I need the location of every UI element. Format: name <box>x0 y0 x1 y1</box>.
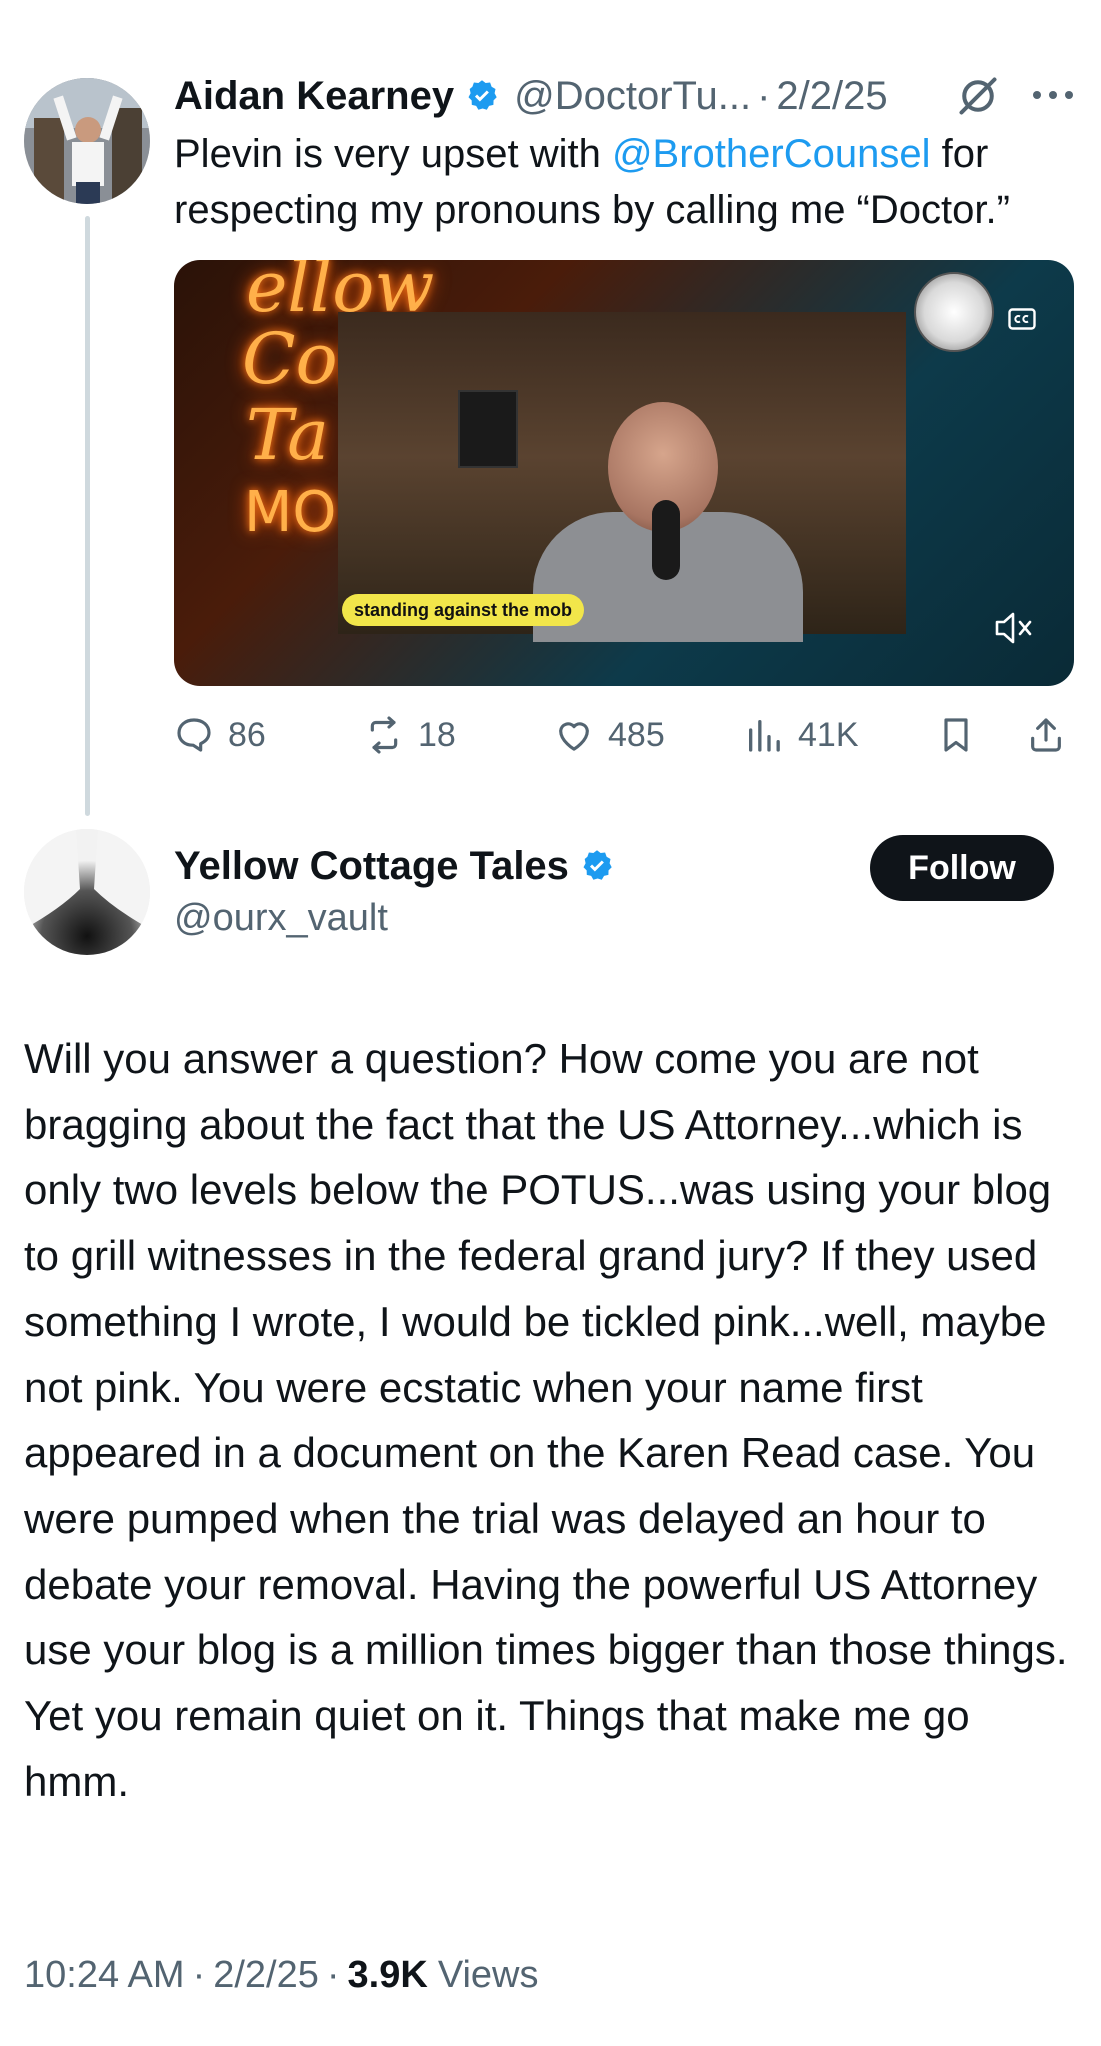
video-player[interactable]: ellow Cot Ta MO standing against the mob <box>174 260 1074 686</box>
more-icon[interactable] <box>1030 88 1076 102</box>
like-icon <box>559 722 589 751</box>
muted-speaker-icon[interactable] <box>994 610 1034 646</box>
separator-dot: · <box>757 73 771 118</box>
video-frame <box>338 312 906 642</box>
views-count: 41K <box>798 715 859 754</box>
separator-dot: · <box>326 1953 340 1996</box>
tweet-text-part: Plevin is very upset with <box>174 132 612 176</box>
author-name[interactable]: Aidan Kearney <box>174 74 454 119</box>
tweet-time[interactable]: 10:24 AM <box>24 1954 185 1997</box>
reply-tweet-header: Yellow Cottage Tales <box>174 838 629 894</box>
yellow-cottage-tales-avatar[interactable] <box>24 829 150 955</box>
follow-button[interactable]: Follow <box>870 835 1054 901</box>
parent-tweet-text: Plevin is very upset with @BrotherCounse… <box>174 126 1074 238</box>
separator-dot: · <box>192 1953 206 1996</box>
reply-icon <box>177 718 211 752</box>
microphone <box>652 500 680 580</box>
repost-icon <box>370 716 398 754</box>
neon-sign-text: Ta <box>246 394 329 476</box>
neon-sign-text: MO <box>244 480 337 545</box>
author-handle[interactable]: @DoctorTu... <box>514 74 751 119</box>
views-icon <box>749 720 780 752</box>
reply-button[interactable]: 86 <box>174 710 266 760</box>
views-label: Views <box>437 1953 539 1996</box>
verified-badge-icon <box>468 80 497 110</box>
closed-caption-icon[interactable] <box>1008 308 1036 330</box>
reply-tweet-body: Will you answer a question? How come you… <box>24 1035 1068 1805</box>
channel-logo <box>914 272 994 352</box>
share-button[interactable] <box>1026 710 1080 760</box>
like-count: 485 <box>608 715 665 754</box>
share-icon <box>1031 718 1061 752</box>
tweet-date[interactable]: 2/2/25 <box>213 1954 319 1997</box>
repost-button[interactable]: 18 <box>364 710 456 760</box>
bookmark-icon <box>944 718 968 752</box>
parent-tweet-header: Aidan Kearney @DoctorTu... · 2/2/25 <box>174 68 888 124</box>
reply-count: 86 <box>228 715 266 754</box>
tweet-date[interactable]: 2/2/25 <box>776 74 887 119</box>
author-handle[interactable]: @ourx_vault <box>174 894 388 942</box>
repost-count: 18 <box>418 715 456 754</box>
tweet-metadata: 10:24 AM · 2/2/25 · 3.9K Views <box>24 1947 539 2003</box>
bookmark-button[interactable] <box>936 710 990 760</box>
like-button[interactable]: 485 <box>554 710 665 760</box>
thread-connector-line <box>85 216 90 816</box>
verified-badge-icon <box>583 850 612 880</box>
views-button[interactable]: 41K <box>744 710 859 760</box>
video-caption: standing against the mob <box>342 594 585 626</box>
views-count: 3.9K <box>347 1953 428 1996</box>
aidan-kearney-avatar[interactable] <box>24 78 150 204</box>
mention-link[interactable]: @BrotherCounsel <box>612 132 931 176</box>
tweet-action-bar: 86 18 485 41K <box>174 710 1074 760</box>
wall-poster <box>458 390 518 468</box>
grok-icon[interactable] <box>956 74 1000 118</box>
author-name[interactable]: Yellow Cottage Tales <box>174 844 569 889</box>
